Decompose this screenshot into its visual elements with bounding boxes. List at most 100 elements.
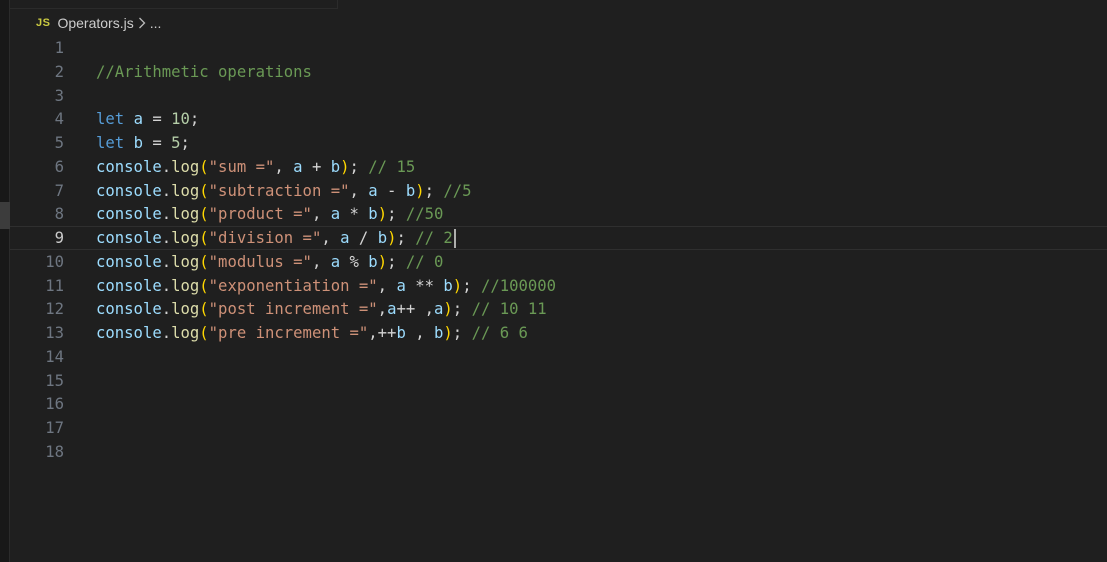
code-token: . [161, 157, 172, 176]
code-line[interactable]: 14 [10, 345, 1107, 369]
code-token: ( [199, 181, 209, 200]
code-token: ) [377, 252, 388, 271]
javascript-file-icon: JS [36, 17, 51, 29]
line-number: 11 [45, 276, 64, 295]
code-token: b [330, 157, 341, 176]
code-text[interactable]: console.log("sum =", a + b); // 15 [96, 155, 415, 179]
line-number: 4 [54, 110, 64, 129]
code-token: . [161, 229, 172, 247]
code-line[interactable]: 18 [10, 440, 1107, 464]
code-line[interactable]: 3 [10, 84, 1107, 108]
code-token: . [161, 324, 172, 342]
line-number: 7 [54, 181, 64, 200]
code-line[interactable]: 4 let a = 10; [10, 107, 1107, 131]
code-token: , [274, 157, 294, 176]
code-token: / [349, 229, 378, 247]
code-token: ( [199, 276, 209, 295]
activity-bar-edge [0, 0, 10, 562]
code-token: ; [452, 300, 472, 319]
code-line[interactable]: 5 let b = 5; [10, 131, 1107, 155]
line-number: 3 [54, 86, 64, 105]
code-token: b [405, 181, 416, 200]
code-token: , [377, 276, 397, 295]
line-number: 10 [45, 252, 64, 271]
code-line[interactable]: 6 console.log("sum =", a + b); // 15 [10, 155, 1107, 179]
code-token: ; [189, 110, 200, 129]
code-token: b [368, 252, 378, 271]
code-line[interactable]: 2 //Arithmetic operations [10, 60, 1107, 84]
code-token: - [377, 181, 406, 200]
code-text[interactable]: console.log("division =", a / b); // 2 [96, 227, 456, 249]
code-text[interactable]: console.log("product =", a * b); //50 [96, 202, 443, 226]
code-token: let [96, 134, 125, 152]
code-token: // 15 [368, 157, 416, 176]
code-token: a [368, 181, 378, 200]
code-text[interactable]: let a = 10; [96, 107, 199, 131]
code-line[interactable]: 11 console.log("exponentiation =", a ** b… [10, 274, 1107, 298]
code-token: ; [180, 134, 190, 152]
code-token: "post increment =" [208, 300, 378, 319]
code-token: 5 [171, 134, 181, 152]
code-token: ) [452, 276, 463, 295]
tab-separator [337, 0, 338, 9]
code-line[interactable]: 10 console.log("modulus =", a % b); // 0 [10, 250, 1107, 274]
code-token: a [396, 276, 406, 295]
code-token: , [349, 181, 369, 200]
line-number: 17 [45, 419, 64, 437]
code-token: a [434, 300, 444, 319]
line-number: 5 [54, 134, 64, 152]
code-text[interactable]: console.log("modulus =", a % b); // 0 [96, 250, 443, 274]
code-text[interactable]: //Arithmetic operations [96, 60, 312, 84]
code-token: ( [199, 157, 209, 176]
code-token: b [133, 134, 143, 152]
code-text[interactable]: console.log("pre increment =",++b , b); … [96, 321, 528, 345]
activity-bar-marker[interactable] [0, 202, 10, 229]
code-token: , [311, 252, 331, 271]
code-text[interactable]: console.log("post increment =",a++ ,a); … [96, 297, 547, 321]
code-text[interactable]: let b = 5; [96, 131, 190, 155]
breadcrumb: JS Operators.js ... [36, 12, 161, 34]
code-token: . [161, 276, 172, 295]
code-line[interactable]: 1 [10, 36, 1107, 60]
code-line[interactable]: 17 [10, 416, 1107, 440]
code-token: ; [349, 157, 369, 176]
code-editor[interactable]: 1 2//Arithmetic operations 3 4 let a = 10; 5 l… [10, 36, 1107, 562]
code-token: ( [199, 205, 209, 224]
code-token: , [311, 205, 331, 224]
code-token: + [302, 157, 331, 176]
code-line[interactable]: 13 console.log("pre increment =",++b , b)… [10, 321, 1107, 345]
code-token: , [405, 324, 435, 342]
code-token: ) [443, 300, 453, 319]
code-line[interactable]: 9 console.log("division =", a / b); // 2 [10, 226, 1107, 250]
code-text[interactable]: console.log("exponentiation =", a ** b);… [96, 274, 556, 298]
code-token: ( [199, 229, 209, 247]
breadcrumb-filename[interactable]: Operators.js [57, 15, 133, 31]
code-text[interactable]: console.log("subtraction =", a - b); //5 [96, 179, 472, 203]
code-line[interactable]: 16 [10, 392, 1107, 416]
code-token: ** [405, 276, 444, 295]
code-token: console [96, 157, 162, 176]
code-line[interactable]: 7 console.log("subtraction =", a - b); //… [10, 179, 1107, 203]
code-token: a [330, 252, 341, 271]
code-token: ( [199, 324, 209, 342]
code-token: console [96, 276, 162, 295]
code-token: "pre increment =" [208, 324, 369, 342]
code-line[interactable]: 8 console.log("product =", a * b); //50 [10, 202, 1107, 226]
code-token: ) [415, 181, 425, 200]
code-line[interactable]: 15 [10, 369, 1107, 393]
code-token: "exponentiation =" [208, 276, 378, 295]
breadcrumb-symbols[interactable]: ... [150, 15, 162, 31]
code-token: ( [199, 252, 209, 271]
code-token: ( [199, 300, 209, 319]
code-token: b [377, 229, 388, 247]
code-token: log [171, 252, 200, 271]
code-line[interactable]: 12 console.log("post increment =",a++ ,a)… [10, 297, 1107, 321]
code-token: ; [462, 276, 481, 295]
line-number: 15 [45, 371, 64, 390]
code-token: b [434, 324, 444, 342]
code-token: // 0 [405, 252, 444, 271]
code-token: log [171, 229, 200, 247]
tab-bar-border [10, 8, 337, 9]
code-token: // 2 [415, 229, 453, 247]
